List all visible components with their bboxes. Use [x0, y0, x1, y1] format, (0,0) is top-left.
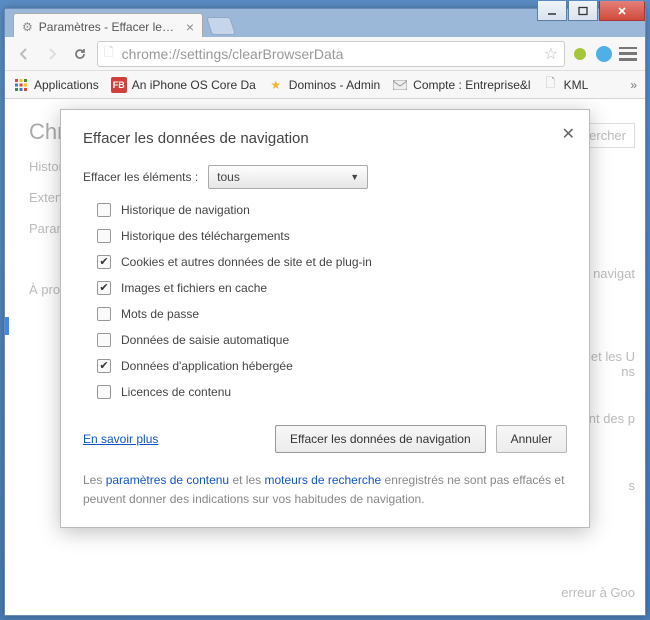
clear-data-button[interactable]: Effacer les données de navigation — [275, 425, 486, 453]
apps-grid-icon — [13, 77, 29, 93]
browser-tab[interactable]: ⚙ Paramètres - Effacer les do… × — [13, 13, 203, 37]
window-minimize-button[interactable] — [537, 1, 567, 21]
tab-close-icon[interactable]: × — [186, 19, 194, 35]
checkbox-row[interactable]: Images et fichiers en cache — [97, 281, 567, 295]
checkbox-label: Historique des téléchargements — [121, 229, 290, 243]
bookmark-item[interactable]: FB An iPhone OS Core Da — [111, 77, 256, 93]
bookmark-item[interactable]: Compte : Entreprise&l — [392, 77, 530, 93]
options-list: Historique de navigation Historique des t… — [97, 203, 567, 399]
apps-label: Applications — [34, 78, 99, 92]
checkbox-label: Images et fichiers en cache — [121, 281, 267, 295]
bookmarks-overflow-button[interactable]: » — [630, 78, 637, 92]
window-controls — [536, 1, 645, 21]
gear-icon: ⚙ — [22, 20, 33, 34]
apps-shortcut[interactable]: Applications — [13, 77, 99, 93]
bookmark-label: Compte : Entreprise&l — [413, 78, 530, 92]
checkbox-label: Données d'application hébergée — [121, 359, 293, 373]
checkbox[interactable] — [97, 281, 111, 295]
url-input[interactable] — [120, 45, 538, 63]
bookmark-label: Dominos - Admin — [289, 78, 380, 92]
checkbox[interactable] — [97, 203, 111, 217]
checkbox-label: Historique de navigation — [121, 203, 250, 217]
bookmark-label: An iPhone OS Core Da — [132, 78, 256, 92]
content-area: Chrom Historiqu Extensio Paramèt À propo… — [5, 99, 645, 615]
checkbox-row[interactable]: Mots de passe — [97, 307, 567, 321]
window-maximize-button[interactable] — [568, 1, 598, 21]
profile-avatar-icon[interactable] — [595, 45, 613, 63]
checkbox[interactable] — [97, 333, 111, 347]
favicon-icon: 🗋 — [543, 77, 559, 93]
time-range-dropdown[interactable]: tous ▼ — [208, 165, 368, 189]
hamburger-menu-button[interactable] — [619, 47, 637, 61]
modal-overlay: ✕ Effacer les données de navigation Effa… — [5, 99, 645, 615]
forward-button[interactable] — [41, 43, 63, 65]
time-range-label: Effacer les éléments : — [83, 170, 198, 184]
chevron-down-icon: ▼ — [350, 172, 359, 182]
page-icon: 🗋 — [104, 43, 114, 64]
favicon-icon: FB — [111, 77, 127, 93]
favicon-icon — [392, 77, 408, 93]
checkbox-label: Licences de contenu — [121, 385, 231, 399]
cancel-button[interactable]: Annuler — [496, 425, 567, 453]
checkbox-row[interactable]: Historique des téléchargements — [97, 229, 567, 243]
time-range-row: Effacer les éléments : tous ▼ — [83, 165, 567, 189]
learn-more-link[interactable]: En savoir plus — [83, 432, 158, 446]
dialog-title: Effacer les données de navigation — [83, 130, 567, 147]
dialog-footer: En savoir plus Effacer les données de na… — [83, 425, 567, 453]
dropdown-value: tous — [217, 170, 240, 184]
browser-window: ⚙ Paramètres - Effacer les do… × 🗋 ☆ App… — [4, 8, 646, 616]
search-engines-link[interactable]: moteurs de recherche — [264, 473, 381, 487]
address-bar[interactable]: 🗋 ☆ — [97, 41, 565, 67]
checkbox[interactable] — [97, 307, 111, 321]
checkbox-row[interactable]: Licences de contenu — [97, 385, 567, 399]
dialog-close-button[interactable]: ✕ — [562, 124, 575, 144]
checkbox-row[interactable]: Cookies et autres données de site et de … — [97, 255, 567, 269]
new-tab-button[interactable] — [206, 17, 236, 35]
checkbox[interactable] — [97, 255, 111, 269]
checkbox[interactable] — [97, 229, 111, 243]
content-settings-link[interactable]: paramètres de contenu — [106, 473, 229, 487]
checkbox[interactable] — [97, 359, 111, 373]
android-extension-icon[interactable] — [571, 45, 589, 63]
bookmark-item[interactable]: 🗋 KML — [543, 77, 589, 93]
checkbox-label: Cookies et autres données de site et de … — [121, 255, 372, 269]
clear-browsing-data-dialog: ✕ Effacer les données de navigation Effa… — [60, 109, 590, 528]
bookmarks-bar: Applications FB An iPhone OS Core Da ★ D… — [5, 71, 645, 99]
checkbox-row[interactable]: Historique de navigation — [97, 203, 567, 217]
dialog-note: Les paramètres de contenu et les moteurs… — [83, 471, 567, 509]
bookmark-label: KML — [564, 78, 589, 92]
window-close-button[interactable] — [599, 1, 645, 21]
toolbar: 🗋 ☆ — [5, 37, 645, 71]
checkbox-row[interactable]: Données de saisie automatique — [97, 333, 567, 347]
checkbox-label: Données de saisie automatique — [121, 333, 289, 347]
reload-button[interactable] — [69, 43, 91, 65]
star-icon[interactable]: ☆ — [544, 44, 558, 64]
checkbox[interactable] — [97, 385, 111, 399]
checkbox-label: Mots de passe — [121, 307, 199, 321]
checkbox-row[interactable]: Données d'application hébergée — [97, 359, 567, 373]
bookmark-item[interactable]: ★ Dominos - Admin — [268, 77, 380, 93]
tab-title: Paramètres - Effacer les do… — [39, 20, 180, 34]
favicon-icon: ★ — [268, 77, 284, 93]
back-button[interactable] — [13, 43, 35, 65]
